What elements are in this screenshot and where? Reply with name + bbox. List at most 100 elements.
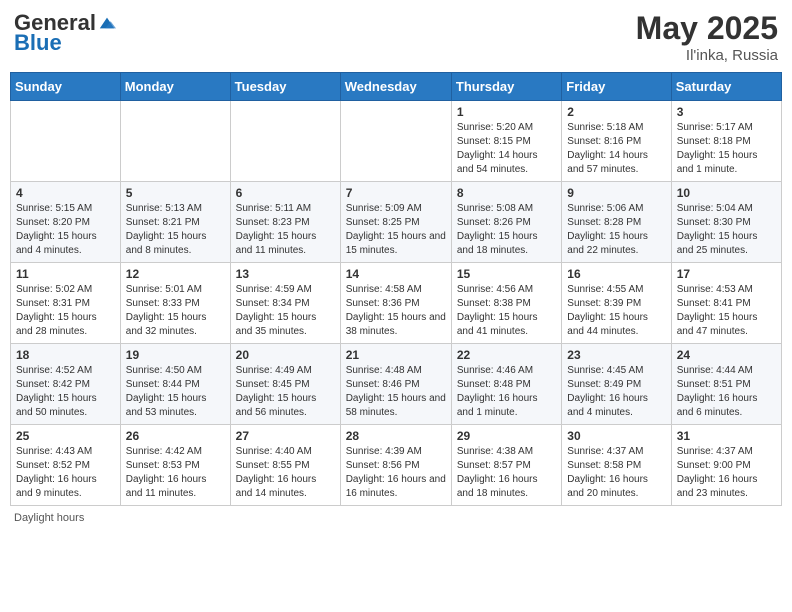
calendar-cell: 4 Sunrise: 5:15 AM Sunset: 8:20 PM Daylig… bbox=[11, 182, 121, 263]
weekday-header-row: SundayMondayTuesdayWednesdayThursdayFrid… bbox=[11, 73, 782, 101]
day-info: Sunrise: 4:44 AM Sunset: 8:51 PM Dayligh… bbox=[677, 364, 776, 420]
calendar-title: May 2025 bbox=[636, 10, 778, 47]
day-number: 30 bbox=[567, 429, 665, 443]
day-number: 2 bbox=[567, 105, 665, 119]
calendar-cell: 24 Sunrise: 4:44 AM Sunset: 8:51 PM Dayli… bbox=[671, 344, 781, 425]
day-info: Sunrise: 4:37 AM Sunset: 9:00 PM Dayligh… bbox=[677, 445, 776, 501]
day-info: Sunrise: 5:08 AM Sunset: 8:26 PM Dayligh… bbox=[457, 202, 556, 258]
calendar-cell: 31 Sunrise: 4:37 AM Sunset: 9:00 PM Dayli… bbox=[671, 425, 781, 506]
day-info: Sunrise: 4:46 AM Sunset: 8:48 PM Dayligh… bbox=[457, 364, 556, 420]
day-info: Sunrise: 5:04 AM Sunset: 8:30 PM Dayligh… bbox=[677, 202, 776, 258]
calendar-cell: 11Sunrise: 5:02 AM Sunset: 8:31 PM Dayli… bbox=[11, 263, 121, 344]
day-number: 12 bbox=[126, 267, 225, 281]
day-number: 18 bbox=[16, 348, 115, 362]
day-info: Sunrise: 5:11 AM Sunset: 8:23 PM Dayligh… bbox=[236, 202, 335, 258]
weekday-header-sunday: Sunday bbox=[11, 73, 121, 101]
logo: General Blue bbox=[14, 10, 116, 56]
calendar-cell: 7Sunrise: 5:09 AM Sunset: 8:25 PM Daylig… bbox=[340, 182, 451, 263]
day-info: Sunrise: 4:55 AM Sunset: 8:39 PM Dayligh… bbox=[567, 283, 665, 339]
day-number: 26 bbox=[126, 429, 225, 443]
calendar-cell: 2 Sunrise: 5:18 AM Sunset: 8:16 PM Daylig… bbox=[562, 101, 671, 182]
day-number: 14 bbox=[346, 267, 446, 281]
calendar-cell: 5Sunrise: 5:13 AM Sunset: 8:21 PM Daylig… bbox=[120, 182, 230, 263]
day-info: Sunrise: 4:50 AM Sunset: 8:44 PM Dayligh… bbox=[126, 364, 225, 420]
calendar-cell bbox=[230, 101, 340, 182]
calendar-cell: 16Sunrise: 4:55 AM Sunset: 8:39 PM Dayli… bbox=[562, 263, 671, 344]
day-number: 19 bbox=[126, 348, 225, 362]
calendar-cell: 17 Sunrise: 4:53 AM Sunset: 8:41 PM Dayli… bbox=[671, 263, 781, 344]
day-info: Sunrise: 4:42 AM Sunset: 8:53 PM Dayligh… bbox=[126, 445, 225, 501]
footer: Daylight hours bbox=[10, 512, 782, 524]
weekday-header-tuesday: Tuesday bbox=[230, 73, 340, 101]
calendar-cell: 8 Sunrise: 5:08 AM Sunset: 8:26 PM Daylig… bbox=[451, 182, 561, 263]
daylight-label: Daylight hours bbox=[14, 512, 84, 524]
day-number: 20 bbox=[236, 348, 335, 362]
logo-icon bbox=[98, 14, 116, 32]
calendar-cell: 12 Sunrise: 5:01 AM Sunset: 8:33 PM Dayli… bbox=[120, 263, 230, 344]
day-number: 28 bbox=[346, 429, 446, 443]
day-number: 8 bbox=[457, 186, 556, 200]
calendar-week-3: 11Sunrise: 5:02 AM Sunset: 8:31 PM Dayli… bbox=[11, 263, 782, 344]
day-number: 3 bbox=[677, 105, 776, 119]
calendar-cell: 19 Sunrise: 4:50 AM Sunset: 8:44 PM Dayli… bbox=[120, 344, 230, 425]
weekday-header-saturday: Saturday bbox=[671, 73, 781, 101]
calendar-cell: 13Sunrise: 4:59 AM Sunset: 8:34 PM Dayli… bbox=[230, 263, 340, 344]
day-number: 31 bbox=[677, 429, 776, 443]
day-number: 15 bbox=[457, 267, 556, 281]
calendar-cell: 27 Sunrise: 4:40 AM Sunset: 8:55 PM Dayli… bbox=[230, 425, 340, 506]
calendar-week-5: 25Sunrise: 4:43 AM Sunset: 8:52 PM Dayli… bbox=[11, 425, 782, 506]
calendar-cell: 29 Sunrise: 4:38 AM Sunset: 8:57 PM Dayli… bbox=[451, 425, 561, 506]
day-info: Sunrise: 4:39 AM Sunset: 8:56 PM Dayligh… bbox=[346, 445, 446, 501]
day-info: Sunrise: 5:01 AM Sunset: 8:33 PM Dayligh… bbox=[126, 283, 225, 339]
day-info: Sunrise: 4:56 AM Sunset: 8:38 PM Dayligh… bbox=[457, 283, 556, 339]
calendar-cell: 1 Sunrise: 5:20 AM Sunset: 8:15 PM Daylig… bbox=[451, 101, 561, 182]
day-info: Sunrise: 4:38 AM Sunset: 8:57 PM Dayligh… bbox=[457, 445, 556, 501]
day-info: Sunrise: 4:53 AM Sunset: 8:41 PM Dayligh… bbox=[677, 283, 776, 339]
day-info: Sunrise: 4:45 AM Sunset: 8:49 PM Dayligh… bbox=[567, 364, 665, 420]
calendar-cell: 22 Sunrise: 4:46 AM Sunset: 8:48 PM Dayli… bbox=[451, 344, 561, 425]
day-info: Sunrise: 4:58 AM Sunset: 8:36 PM Dayligh… bbox=[346, 283, 446, 339]
calendar-cell: 18 Sunrise: 4:52 AM Sunset: 8:42 PM Dayli… bbox=[11, 344, 121, 425]
day-number: 22 bbox=[457, 348, 556, 362]
day-info: Sunrise: 4:49 AM Sunset: 8:45 PM Dayligh… bbox=[236, 364, 335, 420]
day-number: 10 bbox=[677, 186, 776, 200]
day-number: 27 bbox=[236, 429, 335, 443]
calendar-cell: 15 Sunrise: 4:56 AM Sunset: 8:38 PM Dayli… bbox=[451, 263, 561, 344]
day-info: Sunrise: 4:43 AM Sunset: 8:52 PM Dayligh… bbox=[16, 445, 115, 501]
calendar-cell: 6 Sunrise: 5:11 AM Sunset: 8:23 PM Daylig… bbox=[230, 182, 340, 263]
calendar-cell bbox=[120, 101, 230, 182]
day-number: 17 bbox=[677, 267, 776, 281]
day-number: 6 bbox=[236, 186, 335, 200]
day-info: Sunrise: 5:13 AM Sunset: 8:21 PM Dayligh… bbox=[126, 202, 225, 258]
day-info: Sunrise: 5:09 AM Sunset: 8:25 PM Dayligh… bbox=[346, 202, 446, 258]
day-info: Sunrise: 4:48 AM Sunset: 8:46 PM Dayligh… bbox=[346, 364, 446, 420]
calendar-cell bbox=[340, 101, 451, 182]
calendar-cell: 9Sunrise: 5:06 AM Sunset: 8:28 PM Daylig… bbox=[562, 182, 671, 263]
day-info: Sunrise: 5:20 AM Sunset: 8:15 PM Dayligh… bbox=[457, 121, 556, 177]
calendar-location: Il'inka, Russia bbox=[636, 47, 778, 64]
day-number: 13 bbox=[236, 267, 335, 281]
calendar-week-1: 1 Sunrise: 5:20 AM Sunset: 8:15 PM Daylig… bbox=[11, 101, 782, 182]
day-info: Sunrise: 4:40 AM Sunset: 8:55 PM Dayligh… bbox=[236, 445, 335, 501]
day-number: 4 bbox=[16, 186, 115, 200]
day-number: 29 bbox=[457, 429, 556, 443]
title-block: May 2025 Il'inka, Russia bbox=[636, 10, 778, 64]
day-number: 1 bbox=[457, 105, 556, 119]
day-number: 9 bbox=[567, 186, 665, 200]
day-info: Sunrise: 5:15 AM Sunset: 8:20 PM Dayligh… bbox=[16, 202, 115, 258]
page-header: General Blue May 2025 Il'inka, Russia bbox=[10, 10, 782, 64]
calendar-cell: 26 Sunrise: 4:42 AM Sunset: 8:53 PM Dayli… bbox=[120, 425, 230, 506]
weekday-header-friday: Friday bbox=[562, 73, 671, 101]
day-number: 24 bbox=[677, 348, 776, 362]
day-info: Sunrise: 4:52 AM Sunset: 8:42 PM Dayligh… bbox=[16, 364, 115, 420]
day-info: Sunrise: 5:18 AM Sunset: 8:16 PM Dayligh… bbox=[567, 121, 665, 177]
calendar-cell: 28 Sunrise: 4:39 AM Sunset: 8:56 PM Dayli… bbox=[340, 425, 451, 506]
calendar-cell: 10 Sunrise: 5:04 AM Sunset: 8:30 PM Dayli… bbox=[671, 182, 781, 263]
day-number: 11 bbox=[16, 267, 115, 281]
calendar-cell: 25Sunrise: 4:43 AM Sunset: 8:52 PM Dayli… bbox=[11, 425, 121, 506]
weekday-header-wednesday: Wednesday bbox=[340, 73, 451, 101]
day-info: Sunrise: 5:17 AM Sunset: 8:18 PM Dayligh… bbox=[677, 121, 776, 177]
calendar-cell bbox=[11, 101, 121, 182]
day-info: Sunrise: 4:37 AM Sunset: 8:58 PM Dayligh… bbox=[567, 445, 665, 501]
calendar-cell: 21Sunrise: 4:48 AM Sunset: 8:46 PM Dayli… bbox=[340, 344, 451, 425]
